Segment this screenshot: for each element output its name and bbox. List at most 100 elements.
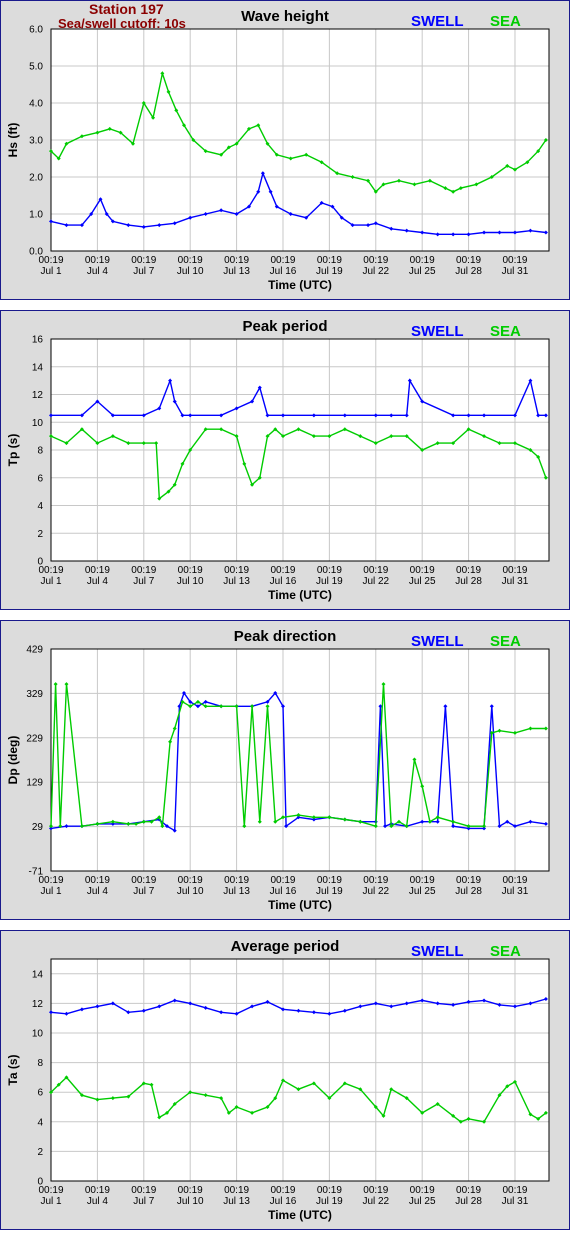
x-tick-date: Jul 28 — [455, 886, 482, 897]
y-axis-label: Tp (s) — [6, 434, 20, 467]
x-tick-time: 00:19 — [410, 565, 435, 576]
x-tick-time: 00:19 — [178, 565, 203, 576]
x-tick-date: Jul 1 — [40, 576, 62, 587]
x-tick-time: 00:19 — [178, 1185, 203, 1196]
peak-period-chart: 024681012141600:19Jul 100:19Jul 400:19Ju… — [6, 318, 550, 602]
x-tick-date: Jul 1 — [40, 266, 62, 277]
y-tick-label: 4 — [37, 501, 43, 512]
x-tick-date: Jul 25 — [409, 1196, 436, 1207]
y-tick-label: 229 — [26, 733, 43, 744]
average-period-panel: 0 2 4 6 8 10 12 14 00:19 Jul 1 00:19 Jul 4 00:19 Jul … — [0, 930, 570, 1230]
x-tick-time: 00:19 — [363, 565, 388, 576]
y-tick-label: 3.0 — [29, 136, 43, 147]
y-axis-label: Hs (ft) — [6, 123, 20, 158]
x-tick-date: Jul 16 — [270, 1196, 297, 1207]
y-tick-label: 14 — [32, 362, 44, 373]
x-tick-date: Jul 10 — [177, 886, 204, 897]
x-tick-time: 00:19 — [363, 875, 388, 886]
x-tick-time: 00:19 — [502, 1185, 527, 1196]
y-tick-label: 6.0 — [29, 25, 43, 36]
legend-swell: SWELL — [411, 13, 464, 30]
y-tick-label: 6 — [37, 473, 43, 484]
x-tick-time: 00:19 — [317, 565, 342, 576]
peak-direction-panel: -71 29 129 229 329 429 00:19 Jul 1 00:19 Jul 4 00:… — [0, 620, 570, 920]
y-tick-label: 2.0 — [29, 173, 43, 184]
y-tick-label: 8 — [37, 446, 43, 457]
x-axis-label: Time (UTC) — [268, 588, 332, 602]
x-tick-date: Jul 13 — [223, 576, 250, 587]
x-tick-date: Jul 4 — [87, 1196, 109, 1207]
x-tick-time: 00:19 — [38, 255, 63, 266]
x-tick-date: Jul 13 — [223, 266, 250, 277]
x-tick-date: Jul 1 — [40, 1196, 62, 1207]
x-tick-date: Jul 31 — [502, 1196, 529, 1207]
chart-title: Peak period — [242, 318, 327, 335]
x-tick-time: 00:19 — [410, 1185, 435, 1196]
legend-swell: SWELL — [411, 943, 464, 960]
x-tick-time: 00:19 — [363, 255, 388, 266]
legend-sea: SEA — [490, 323, 521, 340]
x-tick-date: Jul 13 — [223, 886, 250, 897]
y-tick-label: 1.0 — [29, 210, 43, 221]
x-tick-date: Jul 19 — [316, 266, 343, 277]
x-tick-time: 00:19 — [270, 565, 295, 576]
x-tick-date: Jul 13 — [223, 1196, 250, 1207]
y-tick-label: 8 — [37, 1058, 43, 1069]
x-tick-time: 00:19 — [178, 255, 203, 266]
legend-swell: SWELL — [411, 323, 464, 340]
x-tick-time: 00:19 — [363, 1185, 388, 1196]
x-tick-date: Jul 16 — [270, 576, 297, 587]
x-tick-time: 00:19 — [38, 565, 63, 576]
x-tick-date: Jul 22 — [362, 266, 389, 277]
x-tick-date: Jul 25 — [409, 576, 436, 587]
x-tick-date: Jul 7 — [133, 266, 155, 277]
x-tick-time: 00:19 — [224, 565, 249, 576]
x-tick-time: 00:19 — [131, 1185, 156, 1196]
x-tick-time: 00:19 — [502, 565, 527, 576]
x-tick-date: Jul 7 — [133, 576, 155, 587]
x-tick-time: 00:19 — [502, 875, 527, 886]
average-period-chart: 0246810121400:19Jul 100:19Jul 400:19Jul … — [6, 938, 550, 1222]
x-tick-time: 00:19 — [224, 875, 249, 886]
y-tick-label: 4 — [37, 1117, 43, 1128]
wave-height-panel: 0.0 1.0 2.0 3.0 4.0 5.0 6.0 00:19 Jul 1 00:19 Jul … — [0, 0, 570, 300]
x-tick-time: 00:19 — [85, 255, 110, 266]
legend-sea: SEA — [490, 633, 521, 650]
x-tick-time: 00:19 — [317, 1185, 342, 1196]
y-tick-label: 2 — [37, 529, 43, 540]
x-tick-time: 00:19 — [317, 255, 342, 266]
x-tick-date: Jul 4 — [87, 266, 109, 277]
cutoff-label: Sea/swell cutoff: 10s — [58, 16, 186, 31]
y-tick-label: 12 — [32, 999, 44, 1010]
x-tick-time: 00:19 — [456, 1185, 481, 1196]
x-tick-date: Jul 28 — [455, 266, 482, 277]
x-tick-time: 00:19 — [178, 875, 203, 886]
y-tick-label: 12 — [32, 390, 44, 401]
x-tick-time: 00:19 — [131, 875, 156, 886]
peak-period-panel: 0 2 4 6 8 10 12 14 16 00:19 Jul 1 00:19 Jul 4 00:19 Ju… — [0, 310, 570, 610]
x-tick-date: Jul 10 — [177, 576, 204, 587]
y-tick-label: 16 — [32, 335, 44, 346]
plot-area — [50, 958, 550, 1182]
x-tick-time: 00:19 — [270, 875, 295, 886]
x-tick-time: 00:19 — [410, 255, 435, 266]
y-tick-label: 4.0 — [29, 99, 43, 110]
x-tick-date: Jul 4 — [87, 886, 109, 897]
x-tick-time: 00:19 — [38, 875, 63, 886]
x-tick-date: Jul 31 — [502, 886, 529, 897]
x-tick-date: Jul 7 — [133, 1196, 155, 1207]
station-label: Station 197 — [89, 1, 164, 17]
x-tick-time: 00:19 — [410, 875, 435, 886]
x-tick-date: Jul 19 — [316, 886, 343, 897]
x-tick-time: 00:19 — [85, 565, 110, 576]
y-tick-label: 2 — [37, 1147, 43, 1158]
x-tick-date: Jul 31 — [502, 266, 529, 277]
x-axis-label: Time (UTC) — [268, 898, 332, 912]
x-tick-date: Jul 28 — [455, 576, 482, 587]
plot-area — [50, 648, 550, 872]
x-tick-date: Jul 28 — [455, 1196, 482, 1207]
x-tick-time: 00:19 — [85, 875, 110, 886]
x-tick-date: Jul 25 — [409, 886, 436, 897]
x-tick-time: 00:19 — [85, 1185, 110, 1196]
chart-title: Wave height — [241, 8, 329, 25]
